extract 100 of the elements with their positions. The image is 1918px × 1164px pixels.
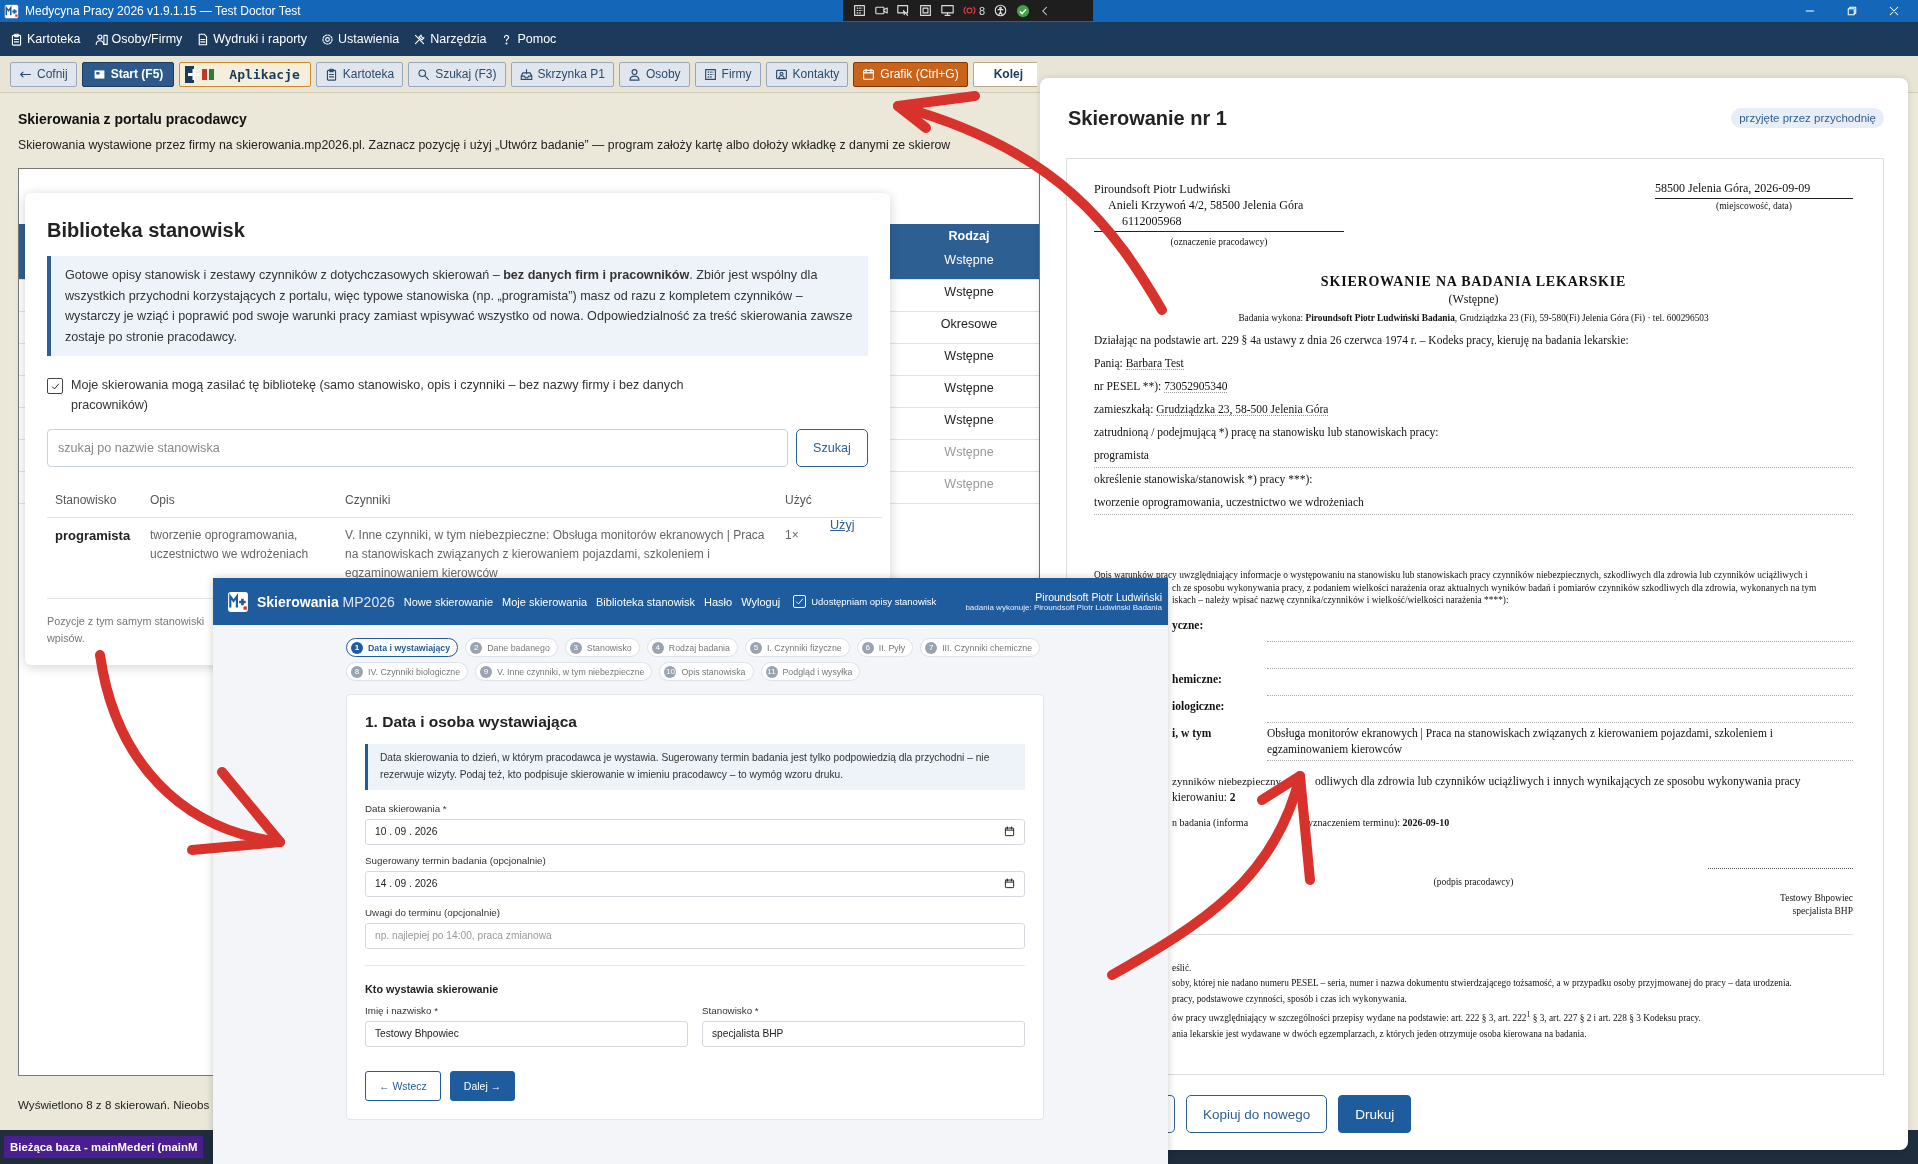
checkbox[interactable] <box>47 378 63 395</box>
search-button[interactable]: Szukaj <box>796 429 868 468</box>
step-tab[interactable]: 8 IV. Czynniki biologiczne <box>346 662 469 681</box>
field-label: Sugerowany termin badania (opcjonalnie) <box>365 854 547 866</box>
menu-item[interactable]: Ustawienia <box>321 32 400 46</box>
apps-logo-icon <box>185 65 216 83</box>
document-text: określenie stanowiska/stanowisk *) pracy ***): <box>1094 472 1314 488</box>
step-tab[interactable]: 9 V. Inne czynniki, w tym niebezpieczne <box>475 662 653 681</box>
check-circle-icon <box>1016 3 1031 18</box>
step-tab[interactable]: 10 Opis stanowiska <box>659 662 754 681</box>
step-tab[interactable]: 11 Podgląd i wysyłka <box>760 662 861 681</box>
field-label: Data skierowania * <box>365 802 448 814</box>
building-icon <box>703 67 717 81</box>
field-value: tworzenie oprogramowania, uczestnictwo we wdrożeniach <box>1094 491 1853 515</box>
field-label: hemiczne: <box>1172 672 1222 685</box>
contact-card-icon <box>774 67 788 81</box>
step-tab[interactable]: 6 II. Pyły <box>856 638 914 657</box>
document-text: ch ze sposobu wykonywania pracy, z podaniem wielkości narażenia oraz aktualnych wyników badań i pomiarów czynników szkodliwych dla zdrowia, wykonanych na tym <box>1172 581 1817 594</box>
nav-link[interactable]: Wyloguj <box>741 595 781 608</box>
toolbar-button[interactable]: Osoby <box>618 61 690 87</box>
info-text: Gotowe opisy stanowisk i zestawy czynników z dotychczasowych skierowań – bez danych firm i pracowników. Zbiór jest wspólny dla wszystkich przychodni korzystających z portalu, więc typowe stanowiska (np. „programista”) masz od razu z kompletem czynników – wystarczy je wziąć i poprawić pod swoje warunki pracy zamiast wpisywać wszystko od nowa. Odpowiedzialność za treść skierowania zawsze zostaje po stronie pracodawcy. <box>47 256 868 357</box>
info-text: Data skierowania to dzień, w którym pracodawca je wystawia. Sugerowany termin badania jest tylko podpowiedzią dla przychodni – nie rezerwuje wizyty. Podaj też, kto podpisuje skierowanie w imieniu pracodawcy – to wymóg wzoru druku. <box>365 744 1025 790</box>
date-field[interactable]: 14 . 09 . 2026 <box>365 870 1025 897</box>
field-label: i, w tym <box>1172 726 1212 739</box>
form-title: 1. Data i osoba wystawiająca <box>365 713 578 731</box>
note-text: Pozycje z tym samym stanowiski <box>47 614 205 630</box>
footnote: ów pracy uwzględniający w szczególności przepisy wydane na podstawie: art. 222 § 3, art. 222$^{1}$ § 3, art. 227 § 2 i art. 228 § 3 Kodeksu pracy. <box>1172 1009 1701 1026</box>
nav-link[interactable]: Nowe skierowanie <box>403 595 493 608</box>
step-tab[interactable]: 1 Data i wystawiający <box>346 638 459 657</box>
caption: (miejscowość, data) <box>1715 201 1793 211</box>
window-title: Medycyna Pracy 2026 v1.9.1.15 — Test Doctor Test <box>25 4 301 18</box>
clipboard-icon <box>10 32 23 46</box>
card-icon <box>92 67 106 81</box>
document-text: yznaczeniem terminu): 2026-09-10 <box>1308 816 1450 828</box>
field-label: Uwagi do terminu (opcjonalnie) <box>365 906 502 918</box>
caption: (podpis pracodawcy) <box>1433 876 1514 887</box>
field-value: Grudziądzka 23, 58-500 Jelenia Góra <box>1156 403 1329 416</box>
input-field[interactable]: specjalista BHP <box>702 1020 1025 1047</box>
step-tab[interactable]: 3 Stanowisko <box>564 638 640 657</box>
footnote: ania lekarskie jest wydawane w dwóch egzemplarzach, z których jeden otrzymuje osoba kierowana na badania. <box>1172 1027 1587 1041</box>
clipboard-icon <box>324 67 338 81</box>
use-link[interactable]: Użyj <box>822 510 863 533</box>
gear-icon <box>321 32 335 46</box>
next-button[interactable]: Dalej → <box>449 1070 516 1101</box>
toolbar-button[interactable]: Kartoteka <box>315 61 404 87</box>
table-cell-text: 1× <box>784 527 800 545</box>
search-field[interactable]: Kolej <box>972 61 1037 87</box>
input-field[interactable]: Testowy Bhpowiec <box>365 1020 688 1047</box>
note-text: wpisów. <box>47 630 85 646</box>
action-button[interactable]: Drukuj <box>1338 1095 1412 1133</box>
document-subtitle: (Wstępne) <box>1447 292 1500 307</box>
portal-brand: Skierowania MP2026 <box>257 593 395 610</box>
apps-button[interactable]: Aplikacje <box>179 61 311 87</box>
search-field[interactable]: szukaj po nazwie stanowiska <box>47 429 788 468</box>
input-field[interactable]: np. najlepiej po 14:00, praca zmianowa <box>365 922 1025 949</box>
step-tab[interactable]: 4 Rodzaj badania <box>646 638 738 657</box>
toolbar-button[interactable]: Kontakty <box>765 61 849 87</box>
footnote: soby, której nie nadano numeru PESEL – seria, numer i nazwa dokumentu stwierdzającego tożsamość, a w przypadku osoby przyjmowanej do pracy – data urodzenia. <box>1172 977 1792 990</box>
document-text: n badania (informa <box>1172 816 1249 828</box>
date-field[interactable]: 10 . 09 . 2026 <box>365 818 1025 845</box>
table-cell-text: tworzenie oprogramowania, uczestnictwo we wdrożeniach <box>149 527 310 563</box>
field-label: zamieszkałą: <box>1094 403 1154 415</box>
footnote: eślić. <box>1172 961 1192 975</box>
toolbar-button[interactable]: Skrzynka P1 <box>510 61 614 87</box>
step-tab[interactable]: 7 III. Czynniki chemiczne <box>920 638 1041 657</box>
menu-item[interactable]: Osoby/Firmy <box>94 32 183 46</box>
action-button[interactable]: Kopiuj do nowego <box>1186 1095 1328 1133</box>
field-label: Panią: <box>1094 357 1123 369</box>
document-text: iskach – należy wpisać nazwę czynnika/czynników i wielkość/wielkości narażenia ****): <box>1172 594 1509 607</box>
toolbar-button[interactable]: Grafik (Ctrl+G) <box>853 61 968 87</box>
place-date: 58500 Jelenia Góra, 2026-09-09 <box>1655 181 1853 199</box>
nav-link[interactable]: Hasło <box>704 595 733 608</box>
toolbar-button[interactable]: Szukaj (F3) <box>408 61 506 87</box>
menu-item[interactable]: Pomoc <box>500 32 557 46</box>
menu-item[interactable]: Narzędzia <box>413 32 487 46</box>
people-icon <box>94 32 108 46</box>
step-tab[interactable]: 5 I. Czynniki fizyczne <box>744 638 850 657</box>
table-cell-text: programista <box>54 527 132 546</box>
document-text: kierowaniu: 2 <box>1172 790 1236 803</box>
tools-icon <box>413 32 427 46</box>
calendar-icon <box>1004 878 1015 890</box>
footnote: pracy, podstawowe czynności, sposób i czas ich wykonywania. <box>1172 992 1407 1006</box>
menu-item[interactable]: Wydruki i raporty <box>196 32 308 46</box>
search-icon <box>417 67 431 81</box>
camera-icon <box>875 4 888 17</box>
pointer-icon <box>897 4 910 17</box>
document-text: Działając na podstawie art. 229 § 4a ustawy z dnia 26 czerwca 1974 r. – Kodeks pracy, kieruję na badania lekarskie: <box>1094 333 1630 349</box>
toolbar-button[interactable]: Firmy <box>694 61 761 87</box>
toolbar-button[interactable]: Start (F5) <box>81 61 175 87</box>
step-tab[interactable]: 2 Dane badanego <box>465 638 558 657</box>
menu-item[interactable]: Kartoteka <box>10 32 81 46</box>
nav-link[interactable]: Moje skierowania <box>502 595 587 608</box>
accessibility-icon <box>994 4 1008 17</box>
toolbar-button[interactable]: Cofnij <box>10 61 77 87</box>
checkbox-label: Udostępniam opisy stanowisk <box>811 596 937 607</box>
panel-title: Skierowanie nr 1 <box>1068 106 1227 130</box>
back-button[interactable]: ← Wstecz <box>365 1070 441 1101</box>
checkbox-label: Moje skierowania mogą zasilać tę bibliotekę (samo stanowisko, opis i czynniki – bez nazwy firmy i bez danych pracowników) <box>71 377 685 415</box>
nav-link[interactable]: Biblioteka stanowisk <box>596 595 696 608</box>
user-name: Piroundsoft Piotr Ludwiński <box>1035 591 1162 603</box>
